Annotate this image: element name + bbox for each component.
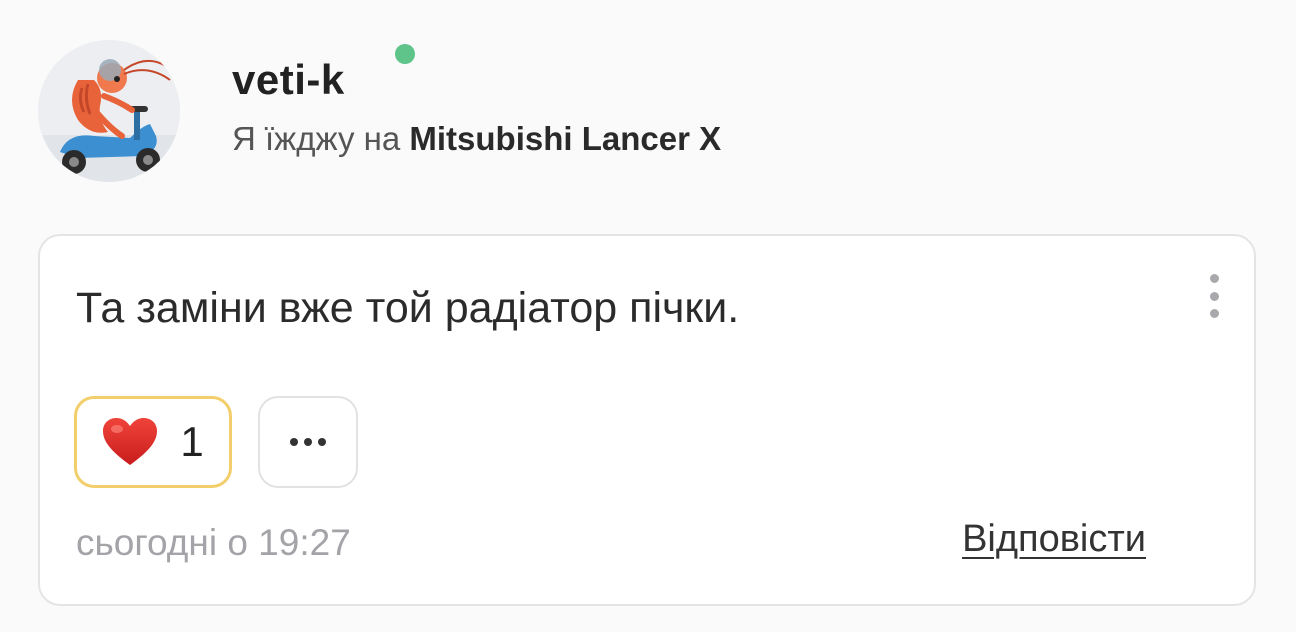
comment-card: Та заміни вже той радіатор пічки. 1 сьог… (38, 234, 1256, 606)
drives-prefix: Я їжджу на (232, 120, 401, 157)
more-horizontal-icon (290, 438, 298, 446)
reply-link[interactable]: Відповісти (962, 518, 1146, 561)
online-status-indicator (395, 44, 415, 64)
user-avatar[interactable] (38, 40, 180, 182)
red-heart-icon (103, 418, 158, 465)
comment-block: veti-k Я їжджу на Mitsubishi Lancer X Та… (0, 0, 1296, 632)
author-car-line: Я їжджу на Mitsubishi Lancer X (232, 120, 721, 158)
heart-reaction-button[interactable]: 1 (74, 396, 232, 488)
shrimp-on-scooter-avatar (38, 40, 180, 182)
add-reaction-button[interactable] (258, 396, 358, 488)
more-vertical-icon[interactable] (1204, 274, 1224, 318)
author-username[interactable]: veti-k (232, 56, 345, 104)
author-car-link[interactable]: Mitsubishi Lancer X (409, 120, 721, 157)
reaction-count: 1 (180, 418, 204, 465)
comment-text: Та заміни вже той радіатор пічки. (76, 284, 740, 332)
comment-timestamp: сьогодні о 19:27 (76, 522, 351, 563)
